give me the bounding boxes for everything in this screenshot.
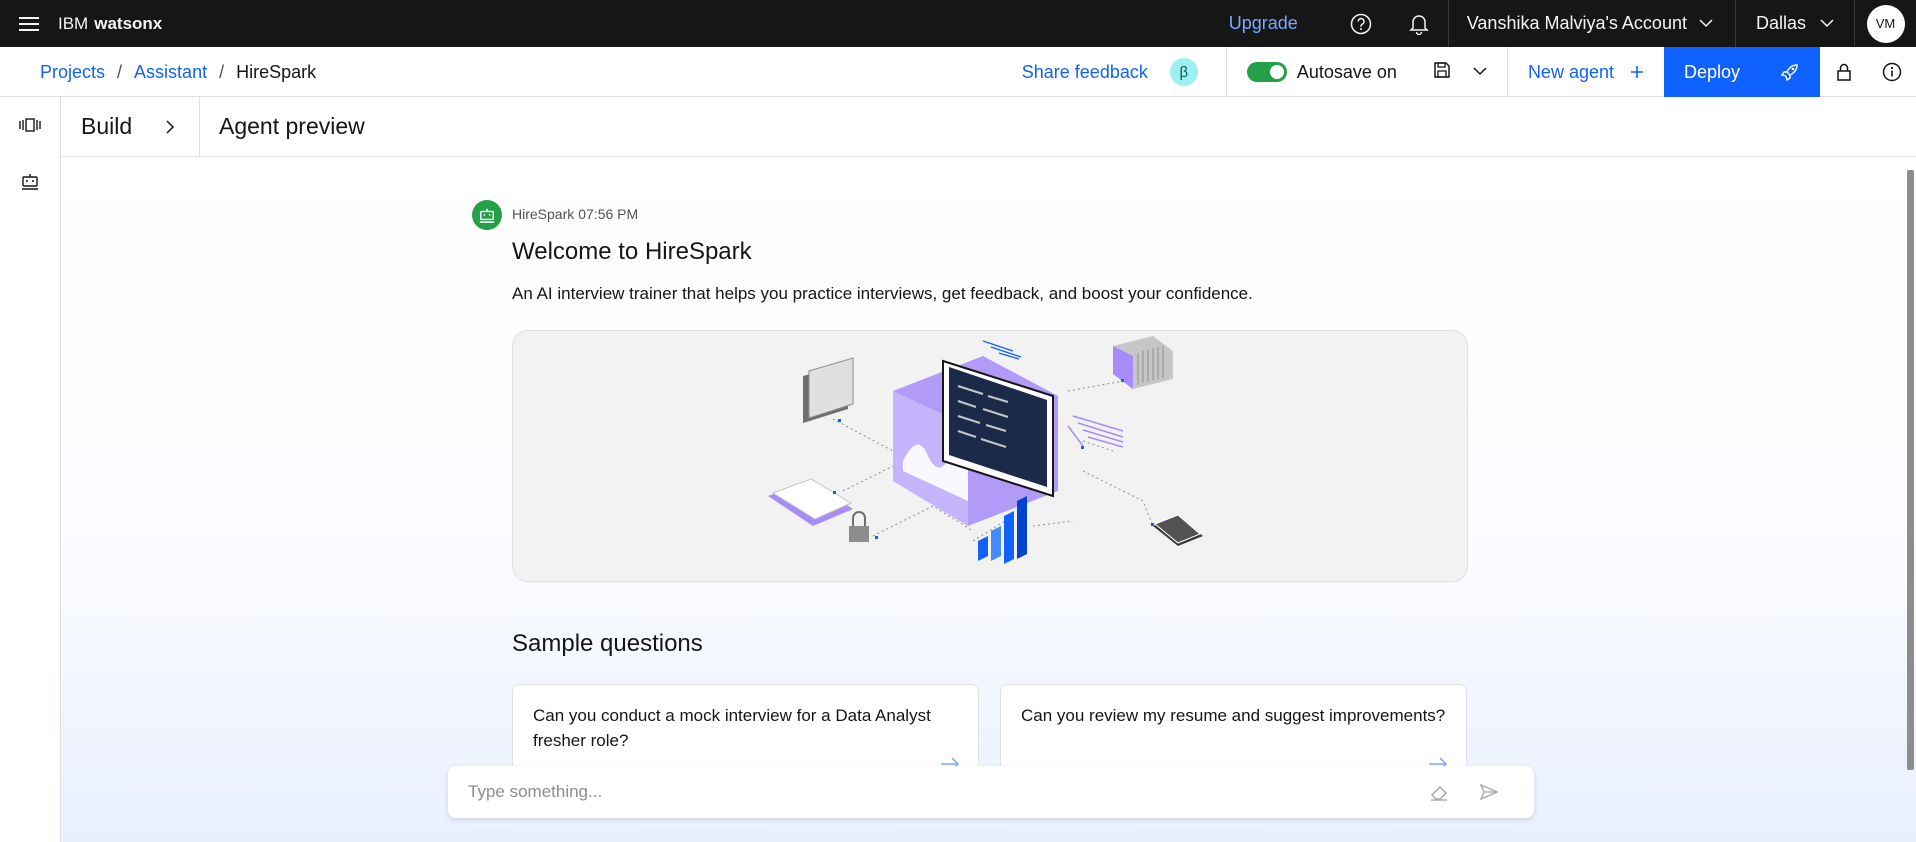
chevron-down-icon[interactable] (1473, 63, 1487, 81)
agent-preview-panel: HireSpark 07:56 PM Welcome to HireSpark … (61, 158, 1916, 842)
sample-question-card[interactable]: Can you review my resume and suggest imp… (1000, 684, 1467, 774)
chevron-right-icon (166, 119, 175, 134)
sample-question-text: Can you conduct a mock interview for a D… (533, 706, 931, 750)
upgrade-link[interactable]: Upgrade (1229, 13, 1332, 34)
sample-questions-title: Sample questions (512, 630, 703, 657)
plus-icon (1631, 66, 1643, 78)
deploy-label: Deploy (1684, 61, 1741, 82)
chevron-down-icon (1699, 19, 1713, 28)
share-feedback-link[interactable]: Share feedback (1022, 62, 1170, 83)
lock-icon[interactable] (1820, 47, 1868, 97)
avatar: VM (1866, 4, 1905, 43)
phone-icon (1153, 514, 1203, 546)
sample-question-text: Can you review my resume and suggest imp… (1021, 706, 1446, 725)
account-switcher[interactable]: Vanshika Malviya's Account (1447, 0, 1735, 47)
eraser-icon[interactable] (1414, 783, 1464, 801)
region-switcher[interactable]: Dallas (1734, 0, 1854, 47)
rocket-icon (1780, 64, 1798, 82)
send-icon[interactable] (1464, 784, 1514, 800)
welcome-description: An AI interview trainer that helps you p… (512, 284, 1253, 303)
new-agent-label: New agent (1527, 61, 1614, 82)
chevron-down-icon (1820, 19, 1834, 28)
autosave-label: Autosave on (1296, 61, 1397, 82)
carousel-view-icon[interactable] (0, 97, 60, 153)
beta-badge: β (1169, 58, 1198, 86)
breadcrumb-assistant[interactable]: Assistant (134, 62, 207, 83)
folder-icon (803, 357, 854, 423)
toggle-switch[interactable] (1246, 62, 1287, 82)
new-agent-button[interactable]: New agent (1506, 47, 1664, 97)
brand-name: watsonx (94, 13, 163, 33)
welcome-title: Welcome to HireSpark (512, 238, 752, 265)
region-label: Dallas (1755, 13, 1806, 33)
scrollbar[interactable] (1907, 170, 1914, 770)
chat-input[interactable] (468, 782, 1414, 802)
user-avatar-button[interactable]: VM (1854, 0, 1916, 47)
bot-icon (479, 208, 495, 223)
message-meta: HireSpark 07:56 PM (512, 206, 638, 222)
info-icon[interactable] (1868, 47, 1916, 97)
project-toolbar: Projects / Assistant / HireSpark Share f… (0, 47, 1916, 97)
breadcrumb-current: HireSpark (236, 61, 317, 82)
save-icon[interactable] (1433, 61, 1451, 84)
book-icon (768, 478, 853, 526)
breadcrumb: Projects / Assistant / HireSpark (40, 47, 316, 97)
build-label: Build (81, 113, 133, 139)
brand-prefix: IBM (58, 13, 89, 33)
masthead: IBM watsonx Upgrade Vanshika Malviya's A… (0, 0, 1916, 47)
welcome-illustration (512, 330, 1468, 582)
page-title: Agent preview (219, 113, 365, 139)
padlock-icon (849, 511, 869, 542)
timestamp: 07:56 PM (578, 206, 639, 222)
account-label: Vanshika Malviya's Account (1466, 13, 1687, 33)
chat-input-bar (448, 766, 1534, 818)
build-panel-toggle[interactable]: Build (61, 96, 200, 157)
breadcrumb-projects[interactable]: Projects (40, 62, 105, 83)
product-brand[interactable]: IBM watsonx (58, 14, 162, 34)
bot-avatar (472, 200, 502, 230)
breadcrumb-separator: / (219, 61, 225, 82)
deploy-button[interactable]: Deploy (1664, 47, 1820, 97)
bot-icon[interactable] (0, 153, 60, 209)
bot-name: HireSpark (512, 206, 575, 222)
breadcrumb-separator: / (117, 61, 123, 82)
left-rail (0, 97, 61, 842)
help-icon[interactable] (1332, 0, 1390, 47)
builder-header: Build Agent preview (61, 96, 1916, 157)
notification-bell-icon[interactable] (1390, 0, 1448, 47)
autosave-toggle[interactable]: Autosave on (1225, 47, 1433, 97)
sample-question-card[interactable]: Can you conduct a mock interview for a D… (512, 684, 979, 774)
hamburger-menu-icon[interactable] (0, 0, 58, 47)
